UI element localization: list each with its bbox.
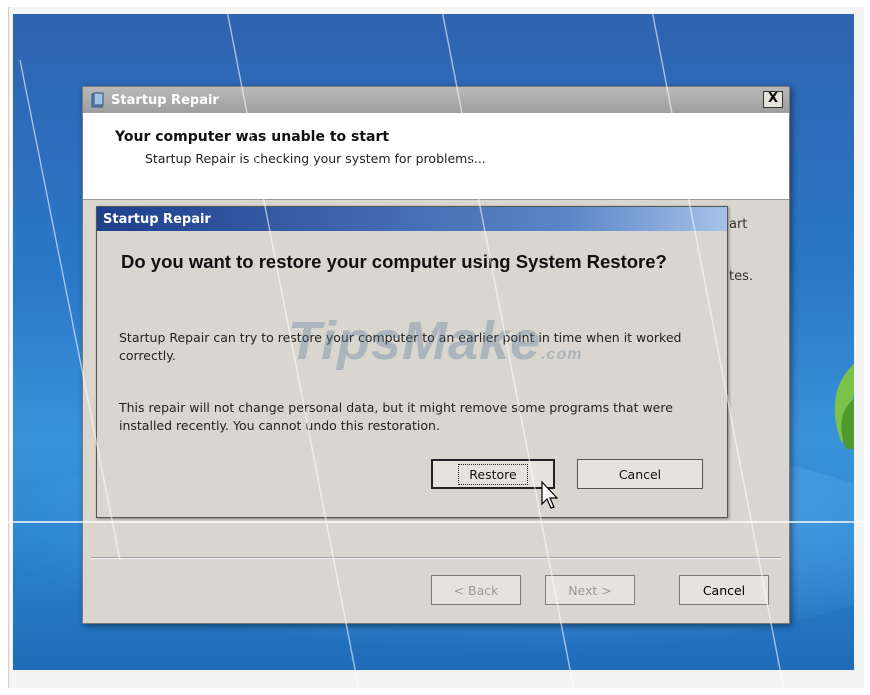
mouse-cursor-icon [541, 480, 559, 509]
footer-divider [91, 557, 781, 559]
window-title: Startup Repair [111, 92, 219, 108]
leaf-icon [834, 364, 854, 449]
background-text-fragment: tes. [729, 269, 754, 284]
window-header: Your computer was unable to start Startu… [83, 113, 789, 200]
background-text-fragment: art [729, 217, 748, 232]
dialog-title: Startup Repair [103, 211, 211, 227]
watermark: TipsMake.com [288, 310, 582, 372]
dialog-titlebar[interactable]: Startup Repair [97, 207, 727, 231]
restore-button[interactable]: Restore [431, 459, 555, 489]
header-subtitle: Startup Repair is checking your system f… [145, 151, 486, 166]
back-button[interactable]: < Back [431, 575, 521, 605]
header-title: Your computer was unable to start [115, 129, 390, 145]
dialog-paragraph: This repair will not change personal dat… [119, 400, 673, 433]
window-titlebar[interactable]: Startup Repair X [83, 87, 789, 113]
watermark-suffix: .com [541, 346, 583, 363]
dialog-question: Do you want to restore your computer usi… [121, 251, 667, 272]
next-button[interactable]: Next > [545, 575, 635, 605]
restore-button-label: Restore [458, 463, 528, 485]
close-button[interactable]: X [763, 91, 783, 108]
dialog-cancel-button[interactable]: Cancel [577, 459, 703, 489]
cancel-button[interactable]: Cancel [679, 575, 769, 605]
app-icon [91, 92, 104, 108]
watermark-text: TipsMake [288, 311, 542, 371]
close-icon: X [767, 91, 779, 106]
